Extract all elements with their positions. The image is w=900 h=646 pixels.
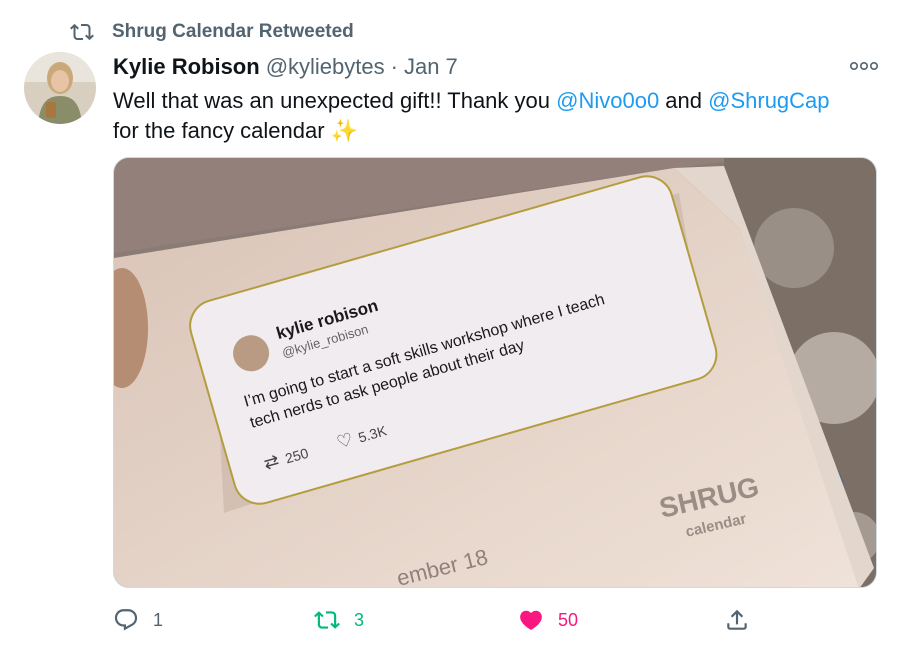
sparkles-emoji: ✨ (330, 118, 359, 143)
tweet-text-part: for the fancy calendar (113, 118, 331, 143)
like-button[interactable]: 50 (518, 600, 578, 640)
retweet-button[interactable]: 3 (314, 600, 364, 640)
tweet-text-part: Well that was an unexpected gift!! Thank… (113, 88, 557, 113)
more-options-icon[interactable] (849, 58, 879, 74)
calendar-photo: kylie robison @kylie_robison I’m going t… (114, 158, 876, 587)
retweet-banner: Shrug Calendar Retweeted (70, 20, 354, 44)
reply-count: 1 (153, 609, 164, 630)
reply-icon (114, 609, 138, 631)
separator-dot: · (390, 54, 398, 79)
tweet-text: Well that was an unexpected gift!! Thank… (113, 86, 883, 146)
retweet-banner-text[interactable]: Shrug Calendar Retweeted (112, 21, 354, 43)
tweet-media-photo[interactable]: kylie robison @kylie_robison I’m going t… (113, 157, 877, 588)
mention-link[interactable]: @ShrugCap (708, 88, 829, 113)
retweet-count: 3 (354, 609, 365, 630)
tweet-date[interactable]: Jan 7 (404, 54, 458, 80)
author-name[interactable]: Kylie Robison (113, 54, 260, 80)
avatar-image (24, 52, 96, 124)
share-icon (727, 609, 747, 630)
like-count: 50 (558, 609, 579, 630)
retweet-icon (314, 611, 340, 629)
retweet-icon (70, 23, 94, 41)
tweet-header: Kylie Robison @kyliebytes · Jan 7 (113, 54, 458, 80)
reply-button[interactable]: 1 (113, 600, 163, 640)
avatar[interactable] (24, 52, 96, 124)
share-button[interactable] (724, 600, 750, 640)
author-handle[interactable]: @kyliebytes (266, 54, 385, 80)
action-bar: 1 3 50 (0, 600, 900, 640)
mention-link[interactable]: @Nivo0o0 (556, 88, 659, 113)
heart-icon (520, 610, 542, 630)
tweet-text-part: and (659, 88, 709, 113)
